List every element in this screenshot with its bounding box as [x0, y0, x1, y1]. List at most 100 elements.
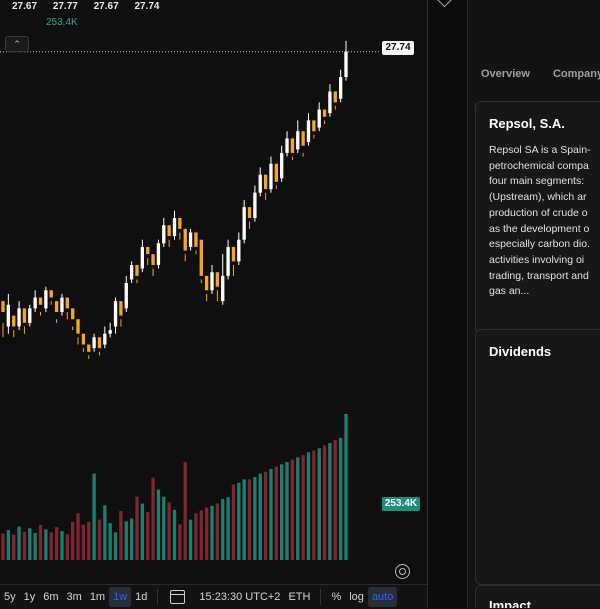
candle-body: [135, 265, 139, 276]
candle-body: [204, 275, 209, 291]
volume-bar: [280, 464, 284, 560]
ohlc-open: 27.67: [12, 1, 38, 12]
range-1d[interactable]: 1d: [131, 587, 151, 607]
ohlc-high: 27.77: [52, 1, 78, 12]
volume-bar: [215, 503, 220, 560]
log-toggle[interactable]: log: [345, 587, 368, 607]
candle-body: [231, 246, 236, 262]
volume-bar: [242, 479, 246, 560]
volume-bar: [237, 482, 241, 560]
candle-body: [65, 297, 69, 309]
candle-body: [183, 228, 187, 251]
candle-body: [124, 283, 128, 309]
candle-body: [338, 77, 343, 99]
candle-body: [97, 337, 102, 349]
range-3m[interactable]: 3m: [63, 587, 86, 607]
volume-bar: [172, 509, 177, 560]
candle-body: [22, 308, 27, 323]
volume-bar: [301, 455, 305, 560]
range-1w[interactable]: 1w: [109, 587, 132, 607]
volume-bar: [12, 534, 16, 560]
candle-body: [312, 120, 316, 132]
percent-toggle[interactable]: %: [327, 587, 345, 607]
volume-bar: [33, 532, 37, 560]
volume-bar: [226, 497, 230, 560]
volume-bar: [258, 473, 262, 560]
volume-bar: [76, 513, 80, 560]
calendar-icon[interactable]: [170, 590, 186, 604]
volume-bar: [231, 484, 236, 560]
volume-bar: [285, 462, 289, 560]
ohlc-close: 27.74: [134, 1, 160, 12]
candle-body: [253, 192, 257, 218]
candle-body: [156, 243, 161, 265]
volume-bar: [253, 477, 257, 560]
ohlc-low: 27.67: [93, 1, 119, 12]
candle-body: [129, 265, 134, 280]
volume-bar: [17, 526, 21, 560]
candle-body: [33, 297, 37, 309]
volume-bar: [312, 450, 316, 560]
collapse-legend-button[interactable]: ⌃: [5, 36, 29, 52]
auto-toggle[interactable]: auto: [367, 587, 398, 607]
volume-bar: [290, 459, 295, 560]
candle-body: [237, 239, 241, 262]
candlestick-chart[interactable]: [0, 0, 427, 584]
info-panel: Overview Company Repsol, S.A. Repsol SA …: [467, 0, 600, 608]
candle-body: [317, 109, 321, 128]
chevron-up-icon[interactable]: [436, 0, 453, 8]
candle-body: [274, 163, 278, 182]
candle-body: [38, 297, 43, 305]
candle-body: [280, 152, 284, 179]
range-6m[interactable]: 6m: [39, 587, 62, 607]
last-price-tag: 27.74: [382, 41, 414, 55]
candle-body: [108, 330, 112, 334]
volume-bar: [274, 466, 278, 560]
session-toggle[interactable]: ETH: [284, 587, 314, 607]
candle-body: [188, 232, 193, 247]
candle-body: [226, 246, 230, 276]
volume-bar: [167, 502, 171, 560]
volume-bar: [296, 457, 300, 560]
volume-bar: [338, 437, 343, 560]
volume-bar: [306, 452, 311, 560]
volume-readout: 253.4K: [46, 17, 78, 28]
tab-company[interactable]: Company: [553, 68, 600, 80]
candle-body: [258, 174, 262, 193]
candle-body: [167, 225, 171, 237]
gear-icon[interactable]: [395, 564, 410, 579]
company-card: Repsol, S.A. Repsol SA is a Spain-petroc…: [475, 101, 600, 335]
candle-body: [328, 91, 332, 114]
range-1m[interactable]: 1m: [86, 587, 109, 607]
toolbar-divider: [320, 589, 322, 605]
candle-body: [1, 301, 5, 312]
volume-bar: [333, 440, 337, 560]
volume-bar: [65, 534, 69, 560]
volume-bar: [71, 521, 75, 560]
volume-bar: [322, 445, 327, 560]
candle-body: [54, 301, 59, 312]
volume-bar: [87, 521, 91, 560]
impact-title: Impact: [489, 598, 531, 608]
candle-body: [162, 225, 166, 244]
candle-body: [199, 239, 203, 276]
volume-bar: [44, 529, 48, 560]
candle-body: [306, 120, 311, 143]
volume-bar: [247, 479, 252, 560]
range-5y[interactable]: 5y: [0, 587, 20, 607]
volume-bar: [194, 513, 198, 560]
chart-pane[interactable]: 27.67 27.77 27.67 27.74 253.4K ⌃ 27.74 2…: [0, 0, 427, 584]
ohlc-readout: 27.67 27.77 27.67 27.74: [12, 1, 172, 12]
volume-bar: [317, 448, 321, 560]
volume-bar: [269, 468, 273, 560]
volume-bar: [28, 528, 32, 560]
volume-bar: [38, 524, 43, 560]
candle-body: [44, 290, 48, 309]
candle-body: [269, 163, 273, 190]
range-1y[interactable]: 1y: [20, 587, 40, 607]
candle-body: [6, 304, 11, 327]
candle-body: [28, 308, 32, 323]
tab-overview[interactable]: Overview: [481, 68, 530, 80]
candle-body: [344, 51, 348, 77]
panel-divider[interactable]: [427, 0, 468, 608]
